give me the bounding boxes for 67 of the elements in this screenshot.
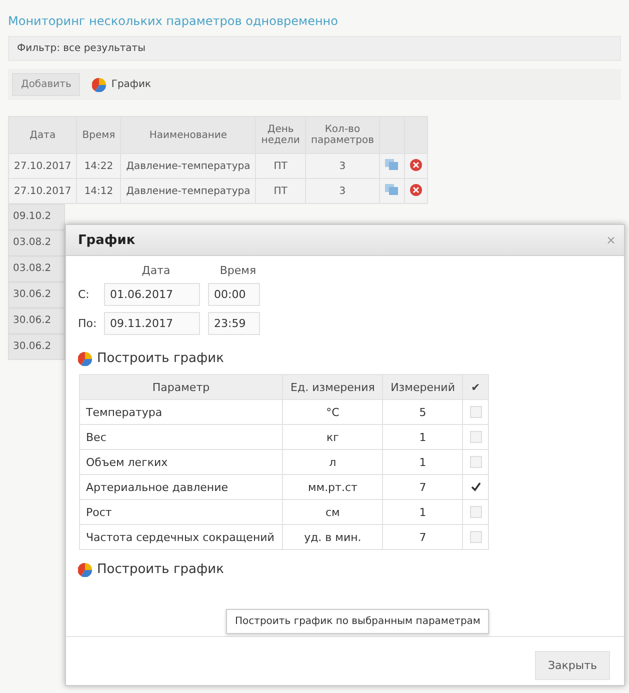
table-cell: Объем легких bbox=[80, 450, 282, 474]
column-header: День недели bbox=[256, 116, 306, 154]
table-cell: 14:12 bbox=[76, 178, 121, 204]
table-cell: кг bbox=[282, 424, 383, 450]
column-header: Дата bbox=[8, 116, 77, 154]
filter-bar[interactable]: Фильтр: все результаты bbox=[8, 36, 621, 61]
build-chart-link[interactable]: Построить график bbox=[78, 562, 224, 577]
table-cell: 03.08.2 bbox=[8, 230, 65, 256]
table-cell: Артериальное давление bbox=[80, 474, 282, 500]
field-label: С: bbox=[78, 288, 90, 301]
table-cell: 30.06.2 bbox=[8, 308, 65, 334]
table-cell: 30.06.2 bbox=[8, 334, 65, 360]
chart-icon bbox=[78, 352, 92, 366]
table-cell: см bbox=[282, 500, 383, 524]
column-header: Параметр bbox=[80, 374, 282, 400]
page-title: Мониторинг нескольких параметров одновременно bbox=[7, 13, 339, 30]
table-cell: 3 bbox=[305, 178, 380, 204]
table-cell: 14:22 bbox=[76, 154, 121, 178]
time-field[interactable]: 00:00 bbox=[208, 283, 260, 306]
delete-icon[interactable] bbox=[410, 184, 422, 196]
table-cell: л bbox=[282, 450, 383, 474]
column-header: Дата bbox=[140, 264, 172, 277]
tooltip: Построить график по выбранным параметрам bbox=[226, 609, 490, 634]
column-header: Время bbox=[76, 116, 121, 154]
table-cell: 1 bbox=[382, 450, 463, 474]
add-button[interactable]: Добавить bbox=[12, 73, 80, 96]
table-cell: Рост bbox=[80, 500, 282, 524]
chart-icon bbox=[78, 562, 92, 576]
checkbox[interactable] bbox=[470, 482, 481, 492]
table-cell: ПТ bbox=[256, 154, 306, 178]
delete-icon[interactable] bbox=[410, 158, 422, 170]
column-header: Время bbox=[218, 264, 258, 277]
column-header: Кол-во параметров bbox=[305, 116, 380, 154]
copy-icon[interactable] bbox=[384, 184, 399, 196]
table-cell: Вес bbox=[80, 424, 282, 450]
table-cell: Частота сердечных сокращений bbox=[80, 524, 282, 550]
table-cell: 27.10.2017 bbox=[8, 154, 77, 178]
field-label: По: bbox=[78, 317, 98, 330]
time-field[interactable]: 23:59 bbox=[208, 312, 260, 335]
table-cell: Давление-температура bbox=[120, 178, 256, 204]
dialog-title: График bbox=[78, 232, 136, 248]
table-cell: 5 bbox=[382, 400, 463, 424]
table-cell: 1 bbox=[382, 500, 463, 524]
build-chart-link[interactable]: Построить график bbox=[78, 351, 224, 366]
date-field[interactable]: 09.11.2017 bbox=[104, 312, 200, 335]
table-cell: °C bbox=[282, 400, 383, 424]
column-header: Измерений bbox=[382, 374, 463, 400]
table-cell: Температура bbox=[80, 400, 282, 424]
table-cell: 09.10.2 bbox=[8, 204, 65, 230]
table-cell: 30.06.2 bbox=[8, 282, 65, 308]
column-header: ✔ bbox=[462, 374, 488, 400]
table-cell: 03.08.2 bbox=[8, 256, 65, 282]
date-field[interactable]: 01.06.2017 bbox=[104, 283, 200, 306]
column-header: Ед. измерения bbox=[282, 374, 383, 400]
table-cell: 7 bbox=[382, 474, 463, 500]
column-header: Наименование bbox=[120, 116, 256, 154]
table-cell: уд. в мин. bbox=[282, 524, 383, 550]
table-cell: Давление-температура bbox=[120, 154, 256, 178]
close-button[interactable]: Закрыть bbox=[535, 651, 610, 680]
table-cell: мм.рт.ст bbox=[282, 474, 383, 500]
chart-icon bbox=[92, 78, 106, 92]
copy-icon[interactable] bbox=[384, 158, 399, 170]
chart-link[interactable]: График bbox=[92, 78, 152, 92]
table-cell: ПТ bbox=[256, 178, 306, 204]
table-cell: 1 bbox=[382, 424, 463, 450]
table-cell: 3 bbox=[305, 154, 380, 178]
table-cell: 7 bbox=[382, 524, 463, 550]
